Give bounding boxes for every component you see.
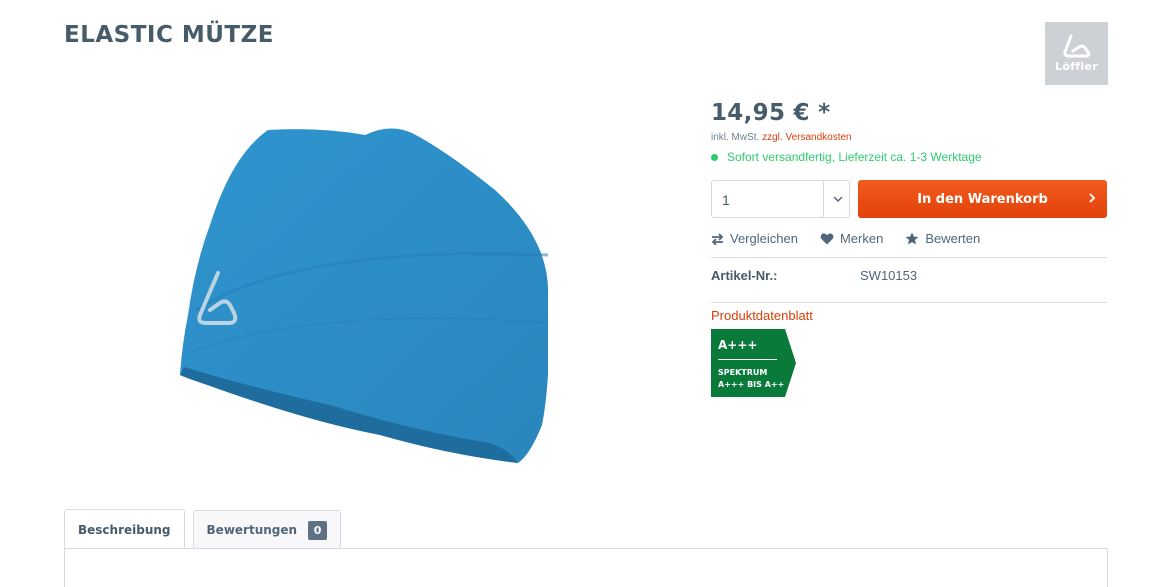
- datasheet-link[interactable]: Produktdatenblatt: [711, 308, 813, 323]
- rate-label: Bewerten: [925, 231, 981, 246]
- energy-class: A+++: [718, 338, 758, 352]
- tab-description[interactable]: Beschreibung: [64, 509, 185, 549]
- divider: [718, 359, 777, 360]
- heart-icon: [820, 232, 834, 244]
- product-price: 14,95 € *: [711, 100, 831, 126]
- tab-reviews-label: Bewertungen: [206, 523, 298, 537]
- compare-action[interactable]: Vergleichen: [711, 231, 798, 246]
- compare-icon: [711, 232, 724, 245]
- status-dot-icon: [711, 153, 718, 161]
- add-to-cart-label: In den Warenkorb: [917, 191, 1048, 207]
- brand-logo[interactable]: Löffler: [1045, 22, 1108, 85]
- tab-description-label: Beschreibung: [78, 522, 171, 537]
- energy-spectrum-line1: SPEKTRUM: [718, 368, 768, 377]
- review-count-badge: 0: [308, 520, 328, 540]
- delivery-status: Sofort versandfertig, Lieferzeit ca. 1-3…: [711, 150, 1107, 164]
- loeffler-logo-icon: [1062, 34, 1090, 58]
- energy-spectrum-line2: A+++ BIS A++: [718, 380, 785, 389]
- energy-label-badge[interactable]: A+++ SPEKTRUM A+++ BIS A++: [711, 329, 797, 397]
- article-number-label: Artikel-Nr.:: [711, 268, 778, 283]
- product-actions: Vergleichen Merken Bewerten: [711, 231, 1002, 246]
- energy-spectrum: SPEKTRUM A+++ BIS A++: [718, 367, 784, 391]
- chevron-down-icon: [833, 196, 843, 203]
- product-image[interactable]: [150, 105, 580, 480]
- tab-reviews[interactable]: Bewertungen 0: [192, 510, 342, 549]
- product-tabs: Beschreibung Bewertungen 0: [64, 509, 349, 549]
- shipping-costs-link[interactable]: zzgl. Versandkosten: [762, 132, 852, 143]
- remember-label: Merken: [839, 231, 884, 246]
- delivery-text: Sofort versandfertig, Lieferzeit ca. 1-3…: [727, 150, 982, 164]
- chevron-right-icon: [1089, 193, 1096, 203]
- remember-action[interactable]: Merken: [820, 231, 883, 246]
- rate-action[interactable]: Bewerten: [905, 231, 980, 246]
- tax-info: inkl. MwSt. zzgl. Versandkosten: [711, 132, 1107, 143]
- buybox: 14,95 € * inkl. MwSt. zzgl. Versandkoste…: [711, 100, 1107, 397]
- star-icon: [905, 232, 919, 245]
- buy-row: 1 In den Warenkorb: [711, 180, 1107, 218]
- add-to-cart-button[interactable]: In den Warenkorb: [858, 180, 1107, 218]
- quantity-select[interactable]: 1: [711, 180, 850, 218]
- divider: [711, 257, 1107, 258]
- tax-prefix: inkl. MwSt.: [711, 132, 760, 143]
- quantity-value: 1: [722, 192, 730, 208]
- tab-panel: [64, 548, 1108, 587]
- compare-label: Vergleichen: [730, 231, 798, 246]
- product-title: ELASTIC MÜTZE: [64, 22, 275, 48]
- beanie-image-icon: [180, 128, 549, 464]
- divider: [711, 302, 1107, 303]
- article-number-value: SW10153: [860, 268, 918, 283]
- divider: [823, 181, 824, 217]
- brand-name: Löffler: [1055, 60, 1098, 73]
